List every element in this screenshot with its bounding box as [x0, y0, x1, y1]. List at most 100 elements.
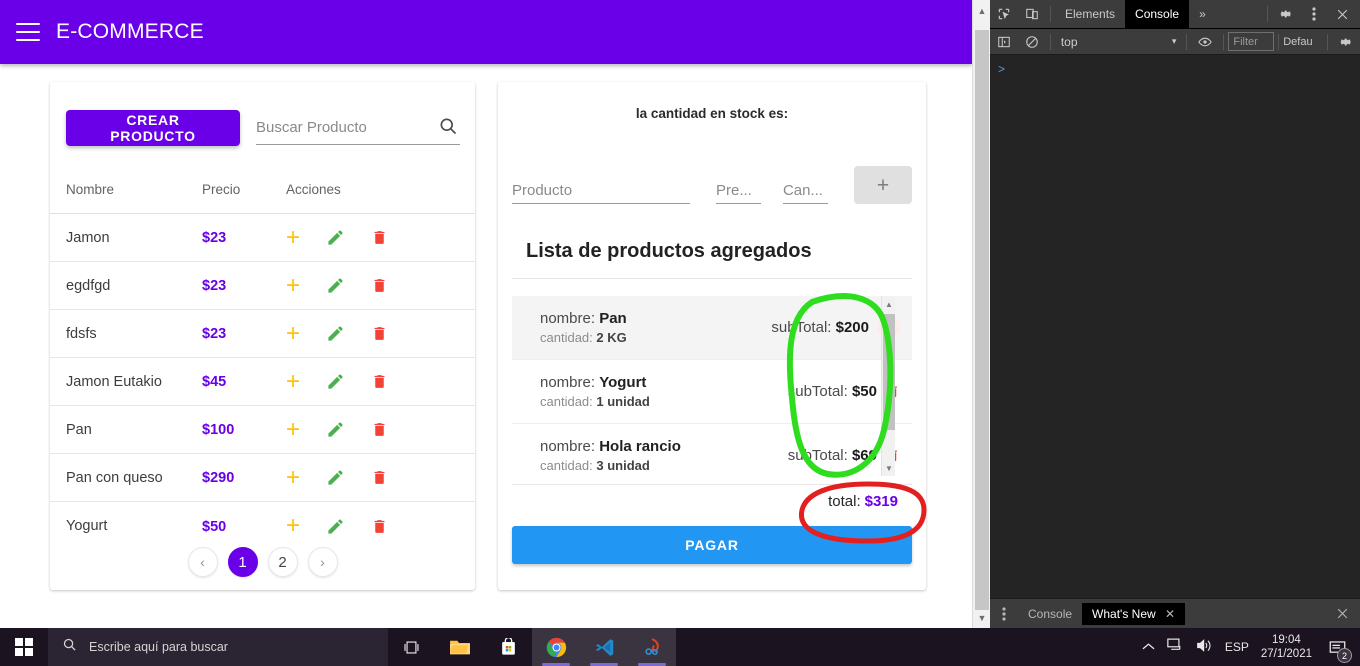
gear-icon[interactable] [1272, 0, 1300, 28]
cart-item[interactable]: nombre: Pan cantidad: 2 KG subTotal: $20… [512, 296, 912, 360]
delete-icon[interactable] [371, 420, 388, 439]
cart-item-nombre-label: nombre: [540, 437, 596, 455]
cart-item-cantidad-label: cantidad: [540, 329, 593, 345]
edit-icon[interactable] [326, 324, 345, 343]
pay-button[interactable]: PAGAR [512, 526, 912, 564]
edit-icon[interactable] [326, 420, 345, 439]
cart-item-cantidad: 1 unidad [596, 393, 650, 409]
column-header-acciones: Acciones [286, 182, 341, 197]
cart-list[interactable]: nombre: Pan cantidad: 2 KG subTotal: $20… [512, 296, 912, 478]
console-output[interactable]: > [990, 56, 1360, 594]
system-tray: ESP 19:04 27/1/2021 2 [1142, 633, 1360, 663]
pagination-page-2[interactable]: 2 [267, 547, 298, 577]
scrollbar-thumb[interactable] [975, 30, 989, 610]
vs-code-icon[interactable] [580, 628, 628, 666]
divider [1327, 33, 1329, 50]
add-icon[interactable]: + [286, 321, 300, 346]
console-sidebar-icon[interactable] [990, 28, 1018, 56]
gear-icon[interactable] [1332, 28, 1360, 56]
language-indicator[interactable]: ESP [1225, 640, 1249, 654]
delete-icon[interactable] [371, 228, 388, 247]
file-explorer-icon[interactable] [436, 628, 484, 666]
action-center-icon[interactable]: 2 [1324, 634, 1352, 663]
delete-icon[interactable] [371, 468, 388, 487]
scroll-up-icon[interactable]: ▲ [973, 2, 990, 19]
table-row: Pan con queso $290 + [50, 454, 475, 502]
scrollbar-thumb[interactable] [883, 314, 895, 430]
clear-console-icon[interactable] [1018, 28, 1046, 56]
microsoft-store-icon[interactable] [484, 628, 532, 666]
hamburger-icon[interactable] [16, 23, 40, 41]
edit-icon[interactable] [326, 276, 345, 295]
pagination-page-1[interactable]: 1 [227, 547, 258, 577]
delete-icon[interactable] [371, 372, 388, 391]
cantidad-field [782, 174, 828, 204]
task-view-icon[interactable] [388, 628, 436, 666]
close-icon[interactable]: ✕ [1165, 607, 1175, 621]
devtools-panel: Elements Console » top ▾ Filter Defau > … [990, 0, 1360, 628]
console-filter-input[interactable]: Filter [1228, 32, 1275, 51]
more-tabs-icon[interactable]: » [1189, 0, 1216, 28]
cart-item[interactable]: nombre: Yogurt cantidad: 1 unidad subTot… [512, 360, 912, 424]
windows-start-icon[interactable] [0, 628, 48, 666]
show-hidden-icons-icon[interactable] [1142, 640, 1155, 654]
add-to-cart-button[interactable]: + [853, 166, 912, 204]
taskbar-search-placeholder: Escribe aquí para buscar [89, 640, 228, 654]
taskbar-search-box[interactable]: Escribe aquí para buscar [48, 628, 388, 666]
pagination-next[interactable]: › [307, 547, 338, 577]
close-icon[interactable] [1328, 0, 1356, 28]
create-product-button[interactable]: CREAR PRODUCTO [66, 110, 240, 146]
cantidad-input[interactable] [782, 182, 828, 203]
drawer-tab-console[interactable]: Console [1018, 603, 1082, 625]
add-icon[interactable]: + [286, 273, 300, 298]
execution-context-selector[interactable]: top ▾ [1055, 32, 1183, 51]
delete-icon[interactable] [371, 324, 388, 343]
volume-icon[interactable] [1196, 638, 1213, 656]
google-chrome-icon[interactable] [532, 628, 580, 666]
edit-icon[interactable] [326, 517, 345, 536]
close-icon[interactable] [1328, 600, 1356, 628]
add-icon[interactable]: + [286, 514, 300, 538]
edit-icon[interactable] [326, 228, 345, 247]
log-levels-selector[interactable]: Defau [1283, 36, 1323, 48]
table-row: fdsfs $23 + [50, 310, 475, 358]
snipping-tool-icon[interactable] [628, 628, 676, 666]
live-expression-icon[interactable] [1191, 28, 1219, 56]
add-icon[interactable]: + [286, 465, 300, 490]
console-subbar: top ▾ Filter Defau [990, 29, 1360, 55]
kebab-menu-icon[interactable] [990, 600, 1018, 628]
network-icon[interactable] [1167, 638, 1184, 656]
divider [512, 278, 912, 279]
console-prompt[interactable]: > [990, 56, 1360, 82]
device-toolbar-icon[interactable] [1018, 0, 1046, 28]
devtools-drawer: Console What's New ✕ [990, 598, 1360, 628]
delete-icon[interactable] [371, 276, 388, 295]
clock[interactable]: 19:04 27/1/2021 [1261, 633, 1312, 662]
drawer-tab-whats-new[interactable]: What's New ✕ [1082, 602, 1186, 625]
pagination-prev[interactable]: ‹ [187, 547, 218, 577]
edit-icon[interactable] [326, 372, 345, 391]
add-icon[interactable]: + [286, 417, 300, 442]
scroll-down-icon[interactable]: ▼ [973, 609, 990, 626]
tab-elements[interactable]: Elements [1055, 0, 1125, 28]
precio-field [715, 174, 761, 204]
edit-icon[interactable] [326, 468, 345, 487]
inspect-element-icon[interactable] [990, 0, 1018, 28]
tab-console[interactable]: Console [1125, 0, 1190, 28]
cart-item[interactable]: nombre: Hola rancio cantidad: 3 unidad s… [512, 424, 912, 478]
add-icon[interactable]: + [286, 225, 300, 250]
cart-list-scrollbar[interactable]: ▲ ▼ [881, 296, 895, 476]
cart-item-cantidad: 2 KG [596, 329, 627, 345]
scroll-down-icon[interactable]: ▼ [882, 460, 896, 476]
delete-icon[interactable] [371, 517, 388, 536]
kebab-menu-icon[interactable] [1300, 0, 1328, 28]
precio-input[interactable] [715, 182, 761, 203]
total-value: $319 [864, 493, 898, 510]
execution-context-value: top [1060, 34, 1078, 49]
scroll-up-icon[interactable]: ▲ [882, 296, 896, 312]
search-input[interactable] [255, 119, 431, 136]
search-icon[interactable] [438, 116, 458, 141]
producto-input[interactable] [512, 182, 690, 203]
add-icon[interactable]: + [286, 369, 300, 394]
page-scrollbar[interactable]: ▲ ▼ [972, 0, 990, 628]
